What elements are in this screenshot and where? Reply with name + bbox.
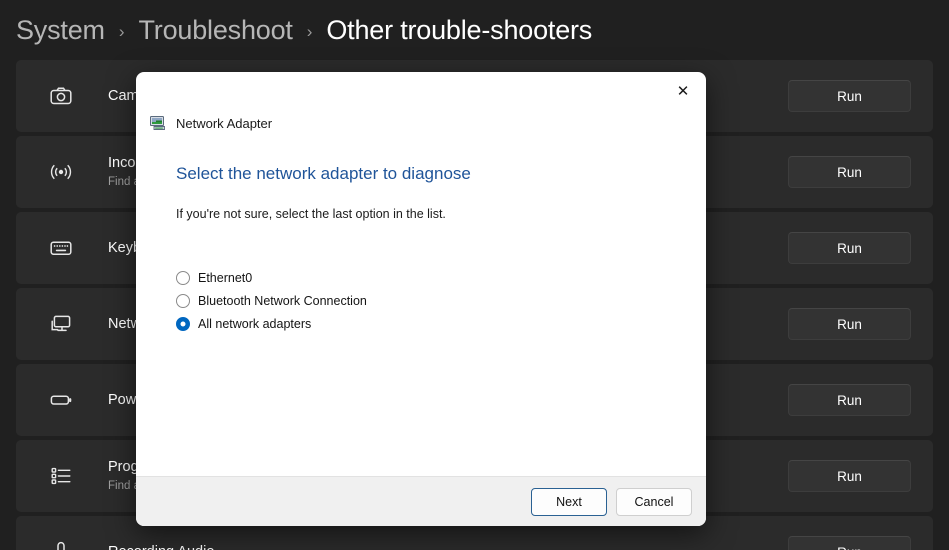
microphone-icon	[44, 535, 78, 550]
checklist-icon	[44, 459, 78, 493]
breadcrumb-item-troubleshoot[interactable]: Troubleshoot	[139, 15, 293, 46]
row-text: Recording Audio	[108, 543, 788, 550]
breadcrumb-item-system[interactable]: System	[16, 15, 105, 46]
run-button[interactable]: Run	[788, 308, 911, 340]
dialog-titlebar: ✕	[136, 72, 706, 116]
radio-label: All network adapters	[198, 317, 312, 331]
radio-option-ethernet0[interactable]: Ethernet0	[176, 270, 666, 286]
wireless-signal-icon	[44, 155, 78, 189]
run-button[interactable]: Run	[788, 80, 911, 112]
radio-option-all-network-adapters[interactable]: All network adapters	[176, 316, 666, 332]
row-title: Recording Audio	[108, 543, 788, 550]
run-button[interactable]: Run	[788, 384, 911, 416]
page-title: Other trouble-shooters	[326, 14, 593, 45]
battery-icon	[44, 383, 78, 417]
chevron-right-icon: ›	[306, 21, 313, 41]
radio-indicator[interactable]	[176, 294, 190, 308]
radio-label: Bluetooth Network Connection	[198, 294, 367, 308]
radio-label: Ethernet0	[198, 271, 253, 285]
keyboard-icon	[44, 231, 78, 265]
breadcrumb: System › Troubleshoot › Other trouble-sh…	[16, 10, 592, 50]
radio-option-bluetooth-network-connection[interactable]: Bluetooth Network Connection	[176, 293, 666, 309]
dialog-app-title-label: Network Adapter	[176, 115, 273, 131]
next-button[interactable]: Next	[531, 487, 607, 516]
radio-indicator[interactable]	[176, 317, 190, 331]
run-button[interactable]: Run	[788, 232, 911, 264]
camera-icon	[44, 79, 78, 113]
dialog-subtext: If you're not sure, select the last opti…	[176, 207, 446, 221]
dialog-body: Select the network adapter to diagnose I…	[136, 134, 706, 476]
settings-window: System › Troubleshoot › Other trouble-sh…	[0, 0, 949, 550]
chevron-right-icon: ›	[118, 21, 125, 41]
dialog-heading: Select the network adapter to diagnose	[176, 164, 471, 183]
adapter-radio-group: Ethernet0 Bluetooth Network Connection A…	[176, 270, 666, 332]
network-monitor-icon	[44, 307, 78, 341]
network-adapter-icon	[150, 116, 165, 130]
run-button[interactable]: Run	[788, 536, 911, 550]
dialog-footer: Next Cancel	[136, 476, 706, 526]
network-adapter-dialog: ✕ Network Adapter Select the network ada…	[136, 72, 706, 526]
run-button[interactable]: Run	[788, 156, 911, 188]
run-button[interactable]: Run	[788, 460, 911, 492]
close-icon[interactable]: ✕	[660, 72, 706, 110]
cancel-button[interactable]: Cancel	[616, 487, 692, 516]
radio-indicator[interactable]	[176, 271, 190, 285]
